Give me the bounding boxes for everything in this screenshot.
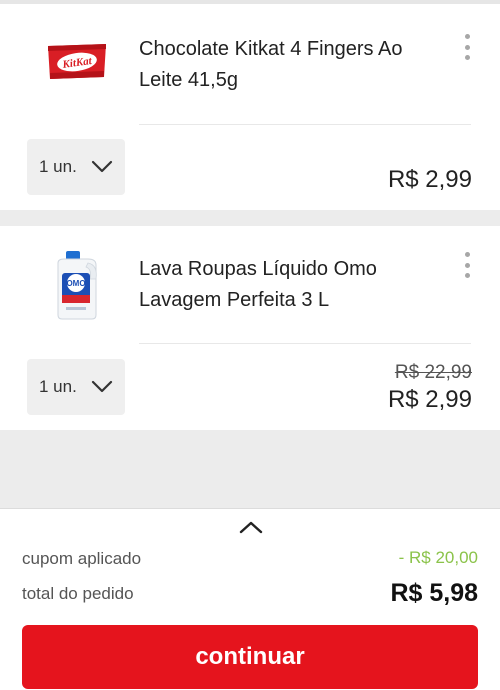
quantity-label: 1 un. — [39, 377, 77, 396]
original-price: R$ 22,99 — [394, 362, 472, 383]
chevron-up-icon[interactable] — [236, 517, 266, 537]
detergent-bottle-icon: OMO — [57, 251, 97, 320]
divider — [139, 124, 471, 125]
cart-item-omo: OMO Lava Roupas Líquido Omo Lavagem Perf… — [0, 226, 500, 430]
coupon-label: cupom aplicado — [22, 549, 142, 568]
product-image-omo[interactable]: OMO — [38, 246, 116, 324]
cart-item-kitkat: KitKat Chocolate Kitkat 4 Fingers Ao Lei… — [0, 4, 500, 210]
chevron-down-icon — [91, 380, 112, 393]
quantity-label: 1 un. — [39, 157, 77, 176]
order-total-value: R$ 5,98 — [390, 579, 478, 607]
continue-button[interactable]: continuar — [22, 625, 478, 689]
product-image-kitkat[interactable]: KitKat — [38, 22, 116, 100]
item-price: R$ 2,99 — [387, 386, 472, 413]
divider — [139, 343, 471, 344]
chevron-down-icon — [91, 160, 112, 173]
kitkat-wrapper-icon: KitKat — [48, 44, 106, 79]
item-price: R$ 2,99 — [387, 166, 472, 193]
product-name[interactable]: Lava Roupas Líquido Omo Lavagem Perfeita… — [139, 254, 449, 316]
omo-logo-text: OMO — [66, 279, 85, 288]
quantity-selector[interactable]: 1 un. — [27, 359, 125, 415]
product-name[interactable]: Chocolate Kitkat 4 Fingers Ao Leite 41,5… — [139, 34, 449, 96]
order-summary-panel: cupom aplicado - R$ 20,00 total do pedid… — [0, 508, 500, 690]
coupon-discount-value: - R$ 20,00 — [398, 548, 478, 567]
total-label: total do pedido — [22, 584, 134, 603]
more-options-icon[interactable] — [456, 250, 478, 280]
more-options-icon[interactable] — [456, 32, 478, 62]
quantity-selector[interactable]: 1 un. — [27, 139, 125, 195]
